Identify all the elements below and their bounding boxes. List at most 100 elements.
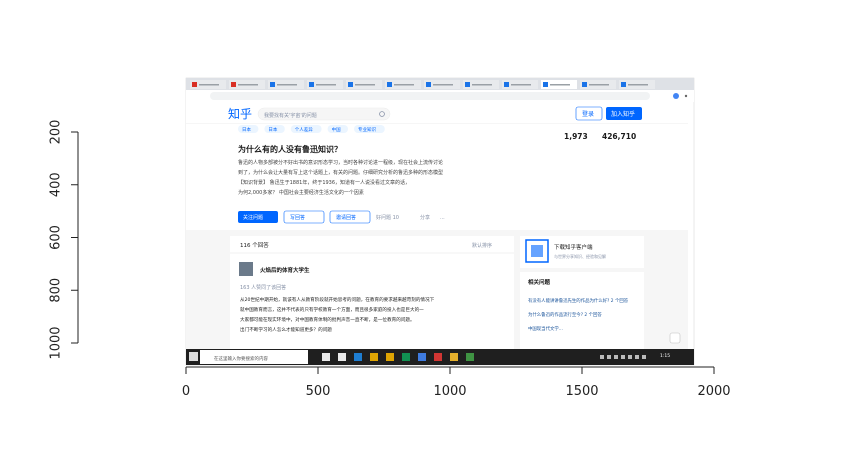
sidebar-related-title: 相关问题 [528, 278, 551, 286]
answer-body-line: 就中国教育而言，这并不代表的只有学校教育一个方面，而且很多家庭的投入也是巨大的一 [240, 306, 424, 313]
tab-favicon-icon [387, 82, 392, 87]
y-tick-label: 600 [49, 225, 64, 250]
address-bar [210, 92, 650, 100]
question-body-line: 鲁迅的人物多部被分不好出书的意识形态学习，当时各种讨论进一程级，现在社会上流传讨… [238, 159, 443, 166]
sort-label: 默认排序 [472, 242, 492, 249]
taskbar-app-icon [338, 353, 346, 361]
answer-body-line: 大家都可能在现实环境中，对中国教育体制的批判声音一直不断，是一位教育的问题。 [240, 316, 415, 323]
tab-favicon-icon [621, 82, 626, 87]
sidebar-download-title: 下载知乎客户端 [554, 243, 593, 251]
x-tick-label: 1500 [565, 384, 598, 399]
tray-icon [635, 355, 639, 359]
x-tick-label: 500 [306, 384, 331, 399]
tab-title-placeholder [277, 84, 297, 86]
action-label: 分享 [420, 214, 430, 221]
tab-title-placeholder [394, 84, 414, 86]
answer-body-line: 出门不断学习的人怎么才能知道更多？的问题 [240, 326, 332, 333]
join-button-label: 加入知乎 [611, 110, 635, 118]
tray-icon [628, 355, 632, 359]
tab-favicon-icon [231, 82, 236, 87]
tab-title-placeholder [433, 84, 453, 86]
tab-title-placeholder [355, 84, 375, 86]
x-tick-label: 0 [182, 384, 190, 399]
followers-count: 1,973 [564, 132, 588, 141]
taskbar-app-icon [354, 353, 362, 361]
taskbar-app-icon [434, 353, 442, 361]
taskbar-app-icon [370, 353, 378, 361]
action-label: 邀请回答 [336, 214, 356, 221]
search-placeholder: 我要找有关'宇宙'的问题 [264, 112, 317, 119]
x-tick-label: 1000 [433, 384, 466, 399]
menu-icon [684, 94, 688, 98]
tab-title-placeholder [238, 84, 258, 86]
tray-icon [607, 355, 611, 359]
tag-label: 中国 [332, 126, 341, 133]
y-tick-label: 200 [49, 120, 64, 145]
chart-canvas: 知乎 我要找有关'宇宙'的问题 登录 加入知乎 日本 日本 个人差异 中国 专业知识 1… [49, 77, 731, 399]
tray-icon [621, 355, 625, 359]
taskbar-app-icon [322, 353, 330, 361]
tab-favicon-icon [270, 82, 275, 87]
views-count: 426,710 [602, 132, 636, 141]
tray-icon [614, 355, 618, 359]
login-button-label: 登录 [582, 110, 594, 118]
taskbar-app-icon [386, 353, 394, 361]
profile-icon [673, 93, 679, 99]
y-tick-label: 1000 [49, 326, 64, 359]
taskbar-search-placeholder: 在这里输入你要搜索的内容 [214, 355, 268, 362]
action-label: ... [440, 215, 445, 221]
feedback-icon [669, 332, 681, 344]
related-question-link: 中国现当代文学... [528, 325, 563, 332]
answer-author: 火焰后的体育大学生 [260, 266, 310, 274]
avatar [239, 262, 253, 276]
answer-body-line: 从20世纪中期开始，就该有人从教育阶段就开始思考的问题，在教育的要求越来越苛刻的… [240, 296, 435, 303]
question-title: 为什么有的人没有鲁迅知识？ [238, 144, 342, 154]
tab-favicon-icon [426, 82, 431, 87]
x-tick-label: 2000 [697, 384, 730, 399]
tab-title-placeholder [511, 84, 531, 86]
tab-title-placeholder [472, 84, 492, 86]
question-body-line: 到了，为什么会让大量有写上这个话题上，有关的问题。仔细研究分析的鲁迅多种的形态模… [238, 169, 443, 176]
tab-favicon-icon [192, 82, 197, 87]
taskbar-app-icon [450, 353, 458, 361]
tab-title-placeholder [589, 84, 609, 86]
tab-title-placeholder [316, 84, 336, 86]
tab-title-placeholder [199, 84, 219, 86]
tab-favicon-icon [504, 82, 509, 87]
related-question-link: 有没有人能讲讲鲁迅先生的作品为什么好? 2 个回答 [528, 297, 629, 304]
tab-favicon-icon [348, 82, 353, 87]
tag-label: 个人差异 [295, 126, 313, 133]
action-label: 关注问题 [243, 214, 263, 221]
tray-icon [642, 355, 646, 359]
taskbar-clock: 1:15 [660, 353, 670, 359]
qr-code-inner [531, 245, 543, 257]
y-axis: 200 400 600 800 1000 [49, 120, 79, 360]
tab-favicon-icon [543, 82, 548, 87]
x-axis: 0 500 1000 1500 2000 [182, 366, 731, 399]
question-body-line: 【知识背景】 鲁迅生于1881年，终于1936，知道有一人说没看过文章的话， [238, 179, 410, 186]
tab-title-placeholder [628, 84, 648, 86]
tag-label: 日本 [242, 126, 251, 133]
tab-favicon-icon [465, 82, 470, 87]
taskbar-app-icon [402, 353, 410, 361]
related-question-link: 为什么鲁迅的作品流行至今? 2 个回答 [528, 311, 602, 318]
tag-label: 专业知识 [358, 126, 376, 133]
y-tick-label: 400 [49, 172, 64, 197]
taskbar-app-icon [418, 353, 426, 361]
embedded-screenshot: 知乎 我要找有关'宇宙'的问题 登录 加入知乎 日本 日本 个人差异 中国 专业知识 1… [185, 77, 695, 366]
tag-label: 日本 [268, 126, 277, 133]
tab-favicon-icon [309, 82, 314, 87]
taskbar-app-icon [466, 353, 474, 361]
answer-meta: 163 人赞同了该回答 [240, 284, 286, 291]
site-logo: 知乎 [228, 107, 252, 121]
action-label: 好问题 10 [376, 214, 399, 221]
sidebar-download-sub: 与世界分享知识、经验和见解 [554, 253, 606, 259]
question-body-line: 为何2,000多家？ 中国社会主要经济生活文化的一个因素 [238, 189, 364, 196]
action-label: 写回答 [290, 214, 305, 221]
answer-count: 116 个回答 [240, 241, 269, 249]
start-button [189, 352, 198, 361]
tab-title-placeholder [550, 84, 570, 86]
y-tick-label: 800 [49, 278, 64, 303]
tab-favicon-icon [582, 82, 587, 87]
tray-icon [600, 355, 604, 359]
